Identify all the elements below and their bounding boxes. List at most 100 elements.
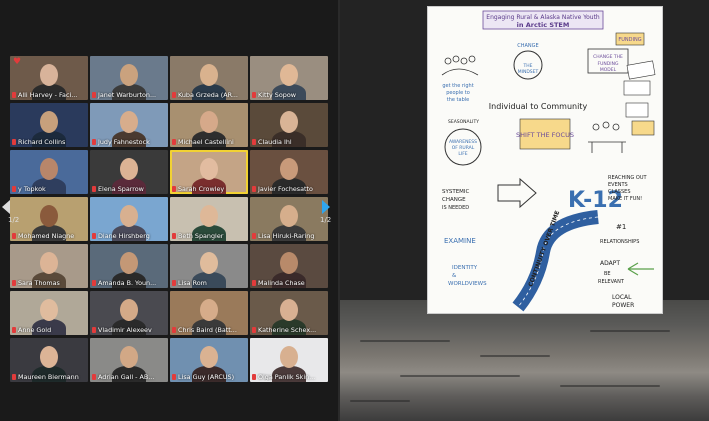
whiteboard-drawing: Engaging Rural & Alaska Native Youth in … (441, 10, 656, 312)
participant-name: Vladimir Alexeev (92, 326, 166, 334)
participant-tile[interactable]: Michael Castellini (170, 103, 248, 147)
participant-name: Olga Panlik Skin... (252, 373, 326, 381)
participant-tile[interactable]: Anne Gold (10, 291, 88, 335)
participant-name: Adrian Gall - AB... (92, 373, 166, 381)
participant-name: Sara Thomas (12, 279, 86, 287)
participant-tile[interactable]: Sara Thomas (10, 244, 88, 288)
participant-name: Beth Spangler (172, 232, 246, 240)
participant-tile[interactable]: Diane Hirshberg (90, 197, 168, 241)
muted-mic-icon (12, 374, 16, 380)
muted-mic-icon (12, 186, 16, 192)
participant-name: Malinda Chase (252, 279, 326, 287)
participant-tile[interactable]: Lisa Guy (ARCUS) (170, 338, 248, 382)
participant-tile[interactable]: Judy Fahnestock (90, 103, 168, 147)
participant-face (280, 158, 298, 180)
svg-text:LOCAL: LOCAL (612, 294, 632, 301)
participant-face (120, 299, 138, 321)
participant-tile[interactable]: Beth Spangler (170, 197, 248, 241)
svg-text:people to: people to (446, 90, 470, 96)
participant-face (280, 64, 298, 86)
green-arrow-icon (627, 262, 654, 276)
participant-tile[interactable]: Lisa Rom (170, 244, 248, 288)
muted-mic-icon (92, 327, 96, 333)
participant-tile[interactable]: ♥ Alli Harvey - Faci... (10, 56, 88, 100)
svg-text:CHANGE: CHANGE (442, 197, 466, 203)
heart-reaction-icon: ♥ (13, 57, 22, 67)
participant-tile[interactable]: Richard Collins (10, 103, 88, 147)
svg-text:the table: the table (447, 97, 469, 103)
svg-text:WORLDVIEWS: WORLDVIEWS (448, 281, 487, 287)
svg-text:CHANGE: CHANGE (517, 43, 538, 49)
participant-face (120, 346, 138, 368)
participant-name: Alli Harvey - Faci... (12, 91, 86, 99)
participant-tile[interactable]: Amanda B. Youn... (90, 244, 168, 288)
participant-tile[interactable]: Mohamed Niagne (10, 197, 88, 241)
individual-to-community-label: Individual to Community (489, 102, 588, 111)
page-indicator-left: 1/2 (8, 216, 20, 224)
muted-mic-icon (252, 280, 256, 286)
participant-face (40, 205, 58, 227)
svg-text:IDENTITY: IDENTITY (452, 265, 478, 271)
participant-face (120, 205, 138, 227)
participant-name: Kitty Sopow (252, 91, 326, 99)
participant-tile[interactable]: Kuba Grzeda (AR... (170, 56, 248, 100)
participant-name: Chris Baird (Batt... (172, 326, 246, 334)
svg-text:REACHING OUT: REACHING OUT (608, 175, 647, 181)
participant-tile[interactable]: Claudia Ihl (250, 103, 328, 147)
participant-face (280, 205, 298, 227)
participant-face (40, 64, 58, 86)
participant-name: Lisa Hiruki-Raring (252, 232, 326, 240)
participant-name: Michael Castellini (172, 138, 246, 146)
muted-mic-icon (172, 233, 176, 239)
participant-face (200, 252, 218, 274)
whiteboard-title-line1: Engaging Rural & Alaska Native Youth (486, 14, 600, 21)
svg-text:SEASONALITY: SEASONALITY (448, 119, 479, 125)
svg-text:LIFE: LIFE (458, 151, 467, 157)
svg-text:CLASSES: CLASSES (608, 189, 631, 195)
participant-face (200, 111, 218, 133)
next-page-arrow-icon[interactable] (322, 200, 330, 214)
participant-face (40, 158, 58, 180)
participant-tile[interactable]: Janet Warburton... (90, 56, 168, 100)
group-table-icon (588, 121, 626, 153)
muted-mic-icon (172, 186, 176, 192)
muted-mic-icon (252, 139, 256, 145)
participant-name: Amanda B. Youn... (92, 279, 166, 287)
participant-tile[interactable]: Chris Baird (Batt... (170, 291, 248, 335)
muted-mic-icon (172, 139, 176, 145)
participant-tile[interactable]: Malinda Chase (250, 244, 328, 288)
participant-tile[interactable]: Vladimir Alexeev (90, 291, 168, 335)
arrow-icon (497, 177, 537, 209)
shared-screen: Engaging Rural & Alaska Native Youth in … (340, 0, 709, 421)
participant-face (200, 205, 218, 227)
muted-mic-icon (172, 92, 176, 98)
participant-face (280, 346, 298, 368)
participant-tile[interactable]: Olga Panlik Skin... (250, 338, 328, 382)
participant-tile[interactable]: Kitty Sopow (250, 56, 328, 100)
participant-tile[interactable]: y Topkok (10, 150, 88, 194)
svg-text:SYSTEMIC: SYSTEMIC (442, 189, 470, 195)
participant-tile[interactable]: Adrian Gall - AB... (90, 338, 168, 382)
participant-tile[interactable]: Katherine Schex... (250, 291, 328, 335)
relationships-label: RELATIONSHIPS (600, 239, 639, 245)
svg-text:MINDSET: MINDSET (518, 69, 539, 75)
svg-text:&: & (452, 273, 457, 279)
participant-name: Elena Sparrow (92, 185, 166, 193)
svg-text:CHANGE THE: CHANGE THE (593, 54, 623, 60)
participant-face (200, 158, 218, 180)
svg-text:OF RURAL: OF RURAL (452, 145, 475, 151)
muted-mic-icon (172, 374, 176, 380)
examine-label: EXAMINE (444, 237, 476, 245)
participant-tile[interactable]: Maureen Biermann (10, 338, 88, 382)
muted-mic-icon (12, 139, 16, 145)
prev-page-arrow-icon[interactable] (2, 200, 10, 214)
participant-tile[interactable]: Javier Fochesatto (250, 150, 328, 194)
continuity-label: CONTINUITY OVER TIME (527, 210, 561, 288)
svg-text:ADAPT: ADAPT (600, 260, 620, 267)
participant-tile[interactable]: Elena Sparrow (90, 150, 168, 194)
svg-text:AWARENESS: AWARENESS (449, 139, 477, 145)
participant-tile[interactable]: Sarah Crowley (170, 150, 248, 194)
participant-tile[interactable]: Lisa Hiruki-Raring (250, 197, 328, 241)
muted-mic-icon (92, 233, 96, 239)
participant-name: Javier Fochesatto (252, 185, 326, 193)
